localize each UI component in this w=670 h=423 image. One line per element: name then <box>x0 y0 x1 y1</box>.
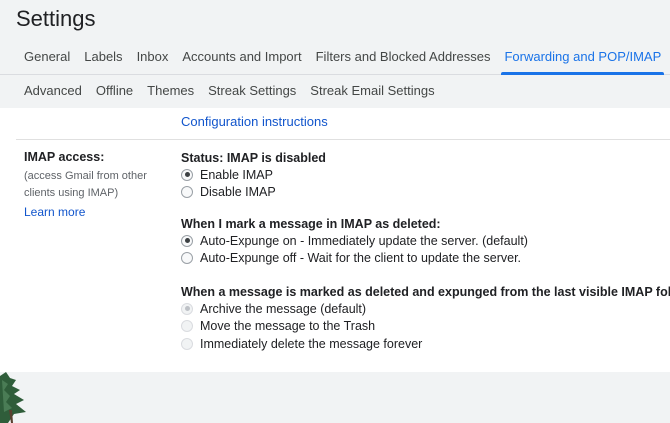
section-divider <box>16 139 670 140</box>
delete-forever-radio[interactable] <box>181 337 193 350</box>
configuration-instructions-link[interactable]: Configuration instructions <box>181 114 328 129</box>
enable-imap-label: Enable IMAP <box>200 167 273 182</box>
tab-advanced[interactable]: Advanced <box>0 74 89 108</box>
auto-expunge-off-radio[interactable] <box>181 252 193 265</box>
delete-forever-label: Immediately delete the message forever <box>200 336 423 351</box>
tab-labels[interactable]: Labels <box>77 40 129 74</box>
imap-section-label: IMAP access: (access Gmail from other cl… <box>24 150 174 219</box>
imap-access-description: (access Gmail from other clients using I… <box>24 170 147 199</box>
tab-themes[interactable]: Themes <box>140 74 201 108</box>
tree-decoration-icon <box>0 372 26 423</box>
move-to-trash-radio[interactable] <box>181 320 193 333</box>
move-to-trash-label: Move the message to the Trash <box>200 319 376 334</box>
tab-general[interactable]: General <box>0 40 77 74</box>
auto-expunge-off-option[interactable]: Auto-Expunge off - Wait for the client t… <box>181 250 670 268</box>
tab-streak-settings[interactable]: Streak Settings <box>201 74 303 108</box>
tab-forwarding-and-pop-imap[interactable]: Forwarding and POP/IMAP <box>497 40 668 75</box>
archive-message-radio[interactable] <box>181 302 193 315</box>
imap-access-title: IMAP access: <box>24 150 105 164</box>
tab-filters-and-blocked-addresses[interactable]: Filters and Blocked Addresses <box>309 40 498 74</box>
enable-imap-option[interactable]: Enable IMAP <box>181 166 670 184</box>
enable-imap-radio[interactable] <box>181 168 193 181</box>
disable-imap-label: Disable IMAP <box>200 185 276 200</box>
auto-expunge-on-radio[interactable] <box>181 234 193 247</box>
auto-expunge-on-option[interactable]: Auto-Expunge on - Immediately update the… <box>181 232 670 250</box>
imap-settings: Status: IMAP is disabled Enable IMAP Dis… <box>181 150 670 353</box>
deleted-setting-title: When I mark a message in IMAP as deleted… <box>181 217 441 231</box>
imap-status: Status: IMAP is disabled <box>181 151 326 165</box>
delete-forever-option[interactable]: Immediately delete the message forever <box>181 335 670 353</box>
settings-content: Configuration instructions IMAP access: … <box>0 108 670 372</box>
disable-imap-radio[interactable] <box>181 186 193 199</box>
settings-tabs-row-2: Advanced Offline Themes Streak Settings … <box>0 74 670 109</box>
footer-background <box>0 372 670 423</box>
archive-message-option[interactable]: Archive the message (default) <box>181 300 670 318</box>
tab-inbox[interactable]: Inbox <box>130 40 176 74</box>
archive-message-label: Archive the message (default) <box>200 301 367 316</box>
tab-accounts-and-import[interactable]: Accounts and Import <box>175 40 308 74</box>
tab-offline[interactable]: Offline <box>89 74 140 108</box>
expunged-setting-title: When a message is marked as deleted and … <box>181 285 670 299</box>
settings-tabs-row-1: General Labels Inbox Accounts and Import… <box>0 40 670 75</box>
auto-expunge-off-label: Auto-Expunge off - Wait for the client t… <box>200 251 522 266</box>
auto-expunge-on-label: Auto-Expunge on - Immediately update the… <box>200 233 528 248</box>
page-title: Settings <box>16 6 96 31</box>
learn-more-link[interactable]: Learn more <box>24 205 174 219</box>
tab-streak-email-settings[interactable]: Streak Email Settings <box>303 74 441 108</box>
disable-imap-option[interactable]: Disable IMAP <box>181 184 670 202</box>
move-to-trash-option[interactable]: Move the message to the Trash <box>181 318 670 336</box>
